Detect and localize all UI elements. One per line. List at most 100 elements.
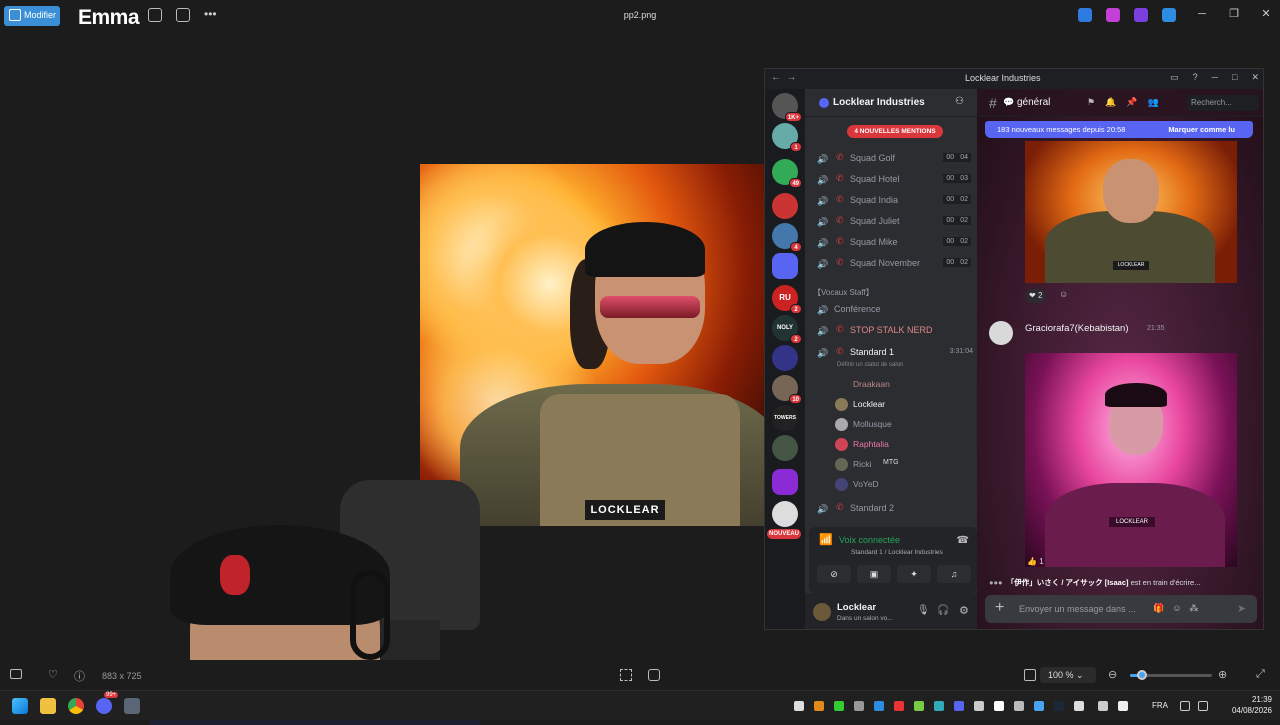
filmstrip-icon[interactable]: [10, 669, 22, 679]
maximize-icon[interactable]: □: [1232, 72, 1237, 83]
guild-icon[interactable]: RU 2: [772, 285, 802, 314]
edit-button[interactable]: Modifier: [4, 6, 60, 26]
guild-icon[interactable]: [772, 345, 798, 371]
server-header[interactable]: Locklear Industries ⚇: [805, 89, 977, 117]
guild-icon[interactable]: [772, 469, 798, 495]
send-icon[interactable]: ➤: [1237, 602, 1246, 615]
voice-channel[interactable]: 🔊 ✆ Squad November 00 02: [817, 256, 977, 272]
file-explorer-icon[interactable]: [40, 698, 56, 714]
wifi-icon[interactable]: [1180, 701, 1190, 711]
screenshare-button[interactable]: ▣: [857, 565, 891, 583]
tray-icon[interactable]: [814, 701, 824, 711]
voice-member[interactable]: Raphtalia: [835, 437, 975, 453]
fit-to-window-icon[interactable]: [1024, 669, 1036, 681]
zoom-in-icon[interactable]: ⊕: [1218, 668, 1227, 681]
add-member-icon[interactable]: ⚇: [955, 96, 964, 107]
zoom-level[interactable]: 100 % ⌄: [1040, 667, 1096, 683]
tray-icon[interactable]: [794, 701, 804, 711]
battery-icon[interactable]: [1098, 701, 1108, 711]
language-indicator[interactable]: FRA: [1152, 701, 1168, 710]
volume-icon[interactable]: [1118, 701, 1128, 711]
guild-icon[interactable]: [772, 435, 798, 461]
tray-icon[interactable]: [834, 701, 844, 711]
tray-icon[interactable]: [934, 701, 944, 711]
soundboard-button[interactable]: ♫: [937, 565, 971, 583]
plus-icon[interactable]: +: [995, 600, 1004, 616]
voice-channel[interactable]: 🔊 ✆ Squad Hotel 00 03: [817, 172, 977, 188]
voice-detail[interactable]: Standard 1 / Locklear Industries: [851, 549, 943, 556]
zoom-out-icon[interactable]: ⊖: [1108, 668, 1117, 681]
avatar[interactable]: [813, 603, 831, 621]
close-icon[interactable]: ✕: [1260, 8, 1272, 20]
guild-icon[interactable]: NOLY 2: [772, 315, 802, 344]
info-icon[interactable]: ⓘ: [74, 668, 85, 684]
zoom-slider-knob[interactable]: [1137, 670, 1148, 680]
more-icon[interactable]: •••: [204, 8, 217, 22]
minimize-icon[interactable]: ─: [1196, 8, 1208, 20]
maximize-icon[interactable]: ❐: [1228, 8, 1240, 20]
calculator-icon[interactable]: [124, 698, 140, 714]
favorite-icon[interactable]: ♡: [48, 668, 58, 681]
slideshow-icon[interactable]: [176, 8, 190, 22]
guild-icon[interactable]: [772, 501, 798, 527]
chrome-icon[interactable]: [68, 698, 84, 714]
tray-icon[interactable]: [894, 701, 904, 711]
share-icon[interactable]: [148, 8, 162, 22]
add-reaction-icon[interactable]: ☺: [1059, 289, 1068, 299]
voice-channel[interactable]: 🔊 ✆ Squad Golf 00 04: [817, 151, 977, 167]
app-icon-3[interactable]: [1134, 8, 1148, 22]
input-icons[interactable]: 🎁☺⁂: [1153, 603, 1206, 614]
tray-icon[interactable]: [974, 701, 984, 711]
reaction-pill[interactable]: ❤ 2: [1025, 289, 1047, 303]
voice-member[interactable]: Mollusque: [835, 417, 975, 433]
crop-icon[interactable]: [620, 669, 632, 681]
tray-icon[interactable]: [1014, 701, 1024, 711]
voice-status[interactable]: Voix connectée: [839, 535, 900, 545]
voice-member[interactable]: Draakaan: [835, 377, 975, 393]
disconnect-icon[interactable]: ☎: [957, 535, 969, 546]
nav-arrows[interactable]: ← →: [771, 72, 797, 83]
clock-time[interactable]: 21:39: [1232, 695, 1272, 704]
camera-off-button[interactable]: ⊘: [817, 565, 851, 583]
help-icon[interactable]: ?: [1193, 72, 1198, 83]
tray-icon[interactable]: [994, 701, 1004, 711]
mark-read-button[interactable]: Marquer comme lu: [1168, 125, 1235, 134]
minimize-icon[interactable]: ─: [1212, 72, 1218, 83]
microphone-icon[interactable]: 🎙: [917, 605, 930, 616]
zoom-slider[interactable]: [1130, 670, 1212, 680]
settings-gear-icon[interactable]: ⚙: [959, 604, 969, 617]
tray-icon[interactable]: [854, 701, 864, 711]
speaker-icon[interactable]: [1198, 701, 1208, 711]
app-icon-4[interactable]: [1162, 8, 1176, 22]
app-icon-1[interactable]: [1078, 8, 1092, 22]
message-author[interactable]: Graciorafa7(Kebabistan): [1025, 323, 1129, 334]
channel-status-hint[interactable]: Définir un statut de salon: [837, 362, 903, 368]
mentions-pill[interactable]: 4 NOUVELLES MENTIONS: [847, 125, 943, 138]
guild-icon[interactable]: 49: [772, 159, 802, 188]
guild-icon[interactable]: 4: [772, 223, 802, 252]
start-icon[interactable]: [12, 698, 28, 714]
new-messages-banner[interactable]: 183 nouveaux messages depuis 20:58 Marqu…: [985, 121, 1253, 138]
guild-icon[interactable]: TOWERS: [772, 405, 798, 431]
folder-icon[interactable]: [772, 253, 798, 279]
voice-channel[interactable]: 🔊 ✆ Squad Juliet 00 02: [817, 214, 977, 230]
voice-member[interactable]: Ricki MTG: [835, 457, 975, 473]
app-icon-2[interactable]: [1106, 8, 1120, 22]
username[interactable]: Locklear: [837, 602, 876, 613]
voice-channel[interactable]: 🔊 ✆ Squad India 00 02: [817, 193, 977, 209]
tray-icon[interactable]: [954, 701, 964, 711]
tray-icon[interactable]: [874, 701, 884, 711]
close-icon[interactable]: ✕: [1251, 72, 1259, 83]
visual-search-icon[interactable]: [648, 669, 660, 681]
steam-icon[interactable]: [1054, 701, 1064, 711]
bluetooth-icon[interactable]: [1034, 701, 1044, 711]
voice-channel[interactable]: 🔊 ✆ STOP STALK NERD: [817, 323, 977, 339]
voice-member[interactable]: Locklear: [835, 397, 975, 413]
guild-icon[interactable]: [772, 193, 798, 219]
avatar[interactable]: [989, 321, 1013, 345]
guild-icon[interactable]: 10: [772, 375, 802, 404]
message-input[interactable]: + Envoyer un message dans ... 🎁☺⁂ ➤: [985, 595, 1257, 623]
headphones-icon[interactable]: 🎧: [937, 605, 949, 616]
voice-member[interactable]: VoYeD: [835, 477, 975, 493]
discord-icon[interactable]: 99+: [96, 692, 119, 714]
